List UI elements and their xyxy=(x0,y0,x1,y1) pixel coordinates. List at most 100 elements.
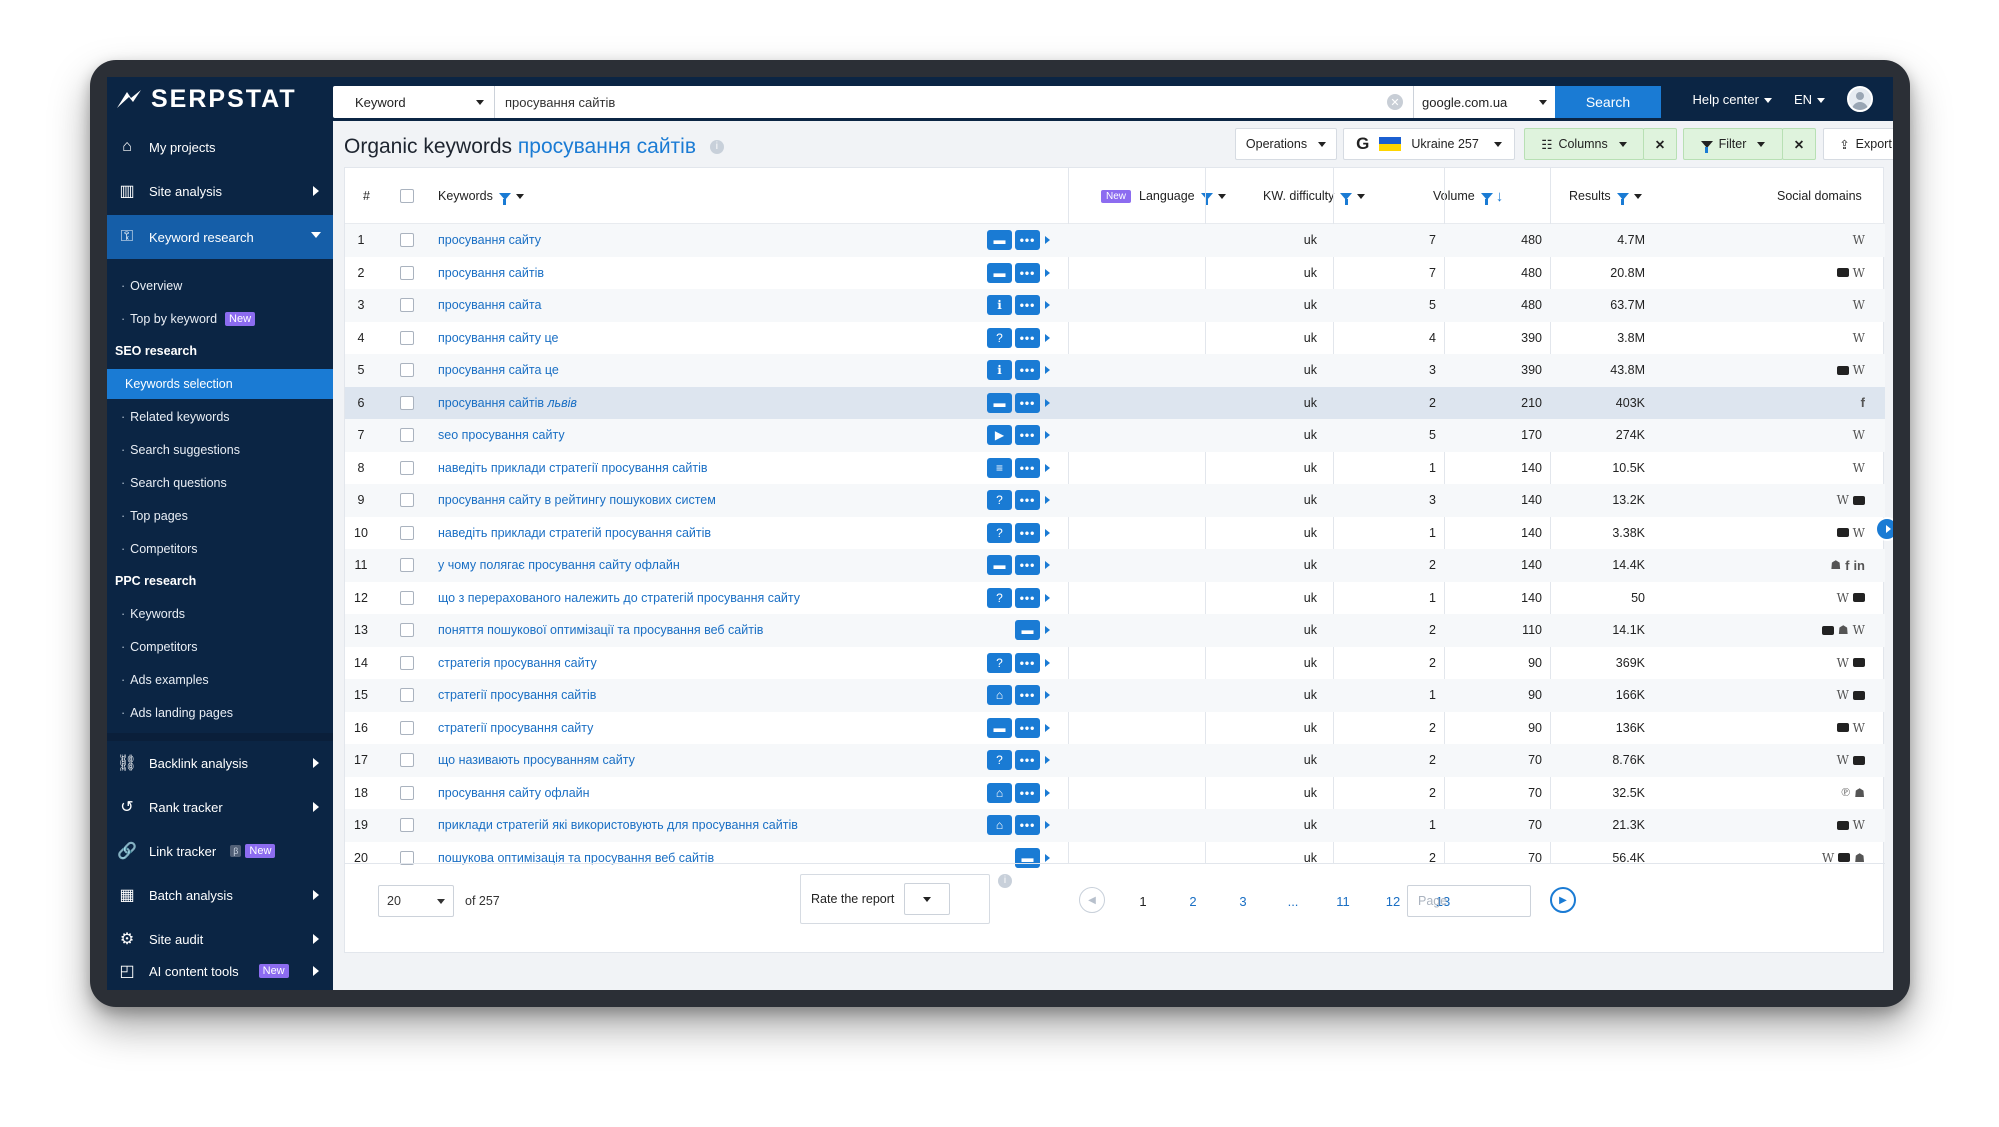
wikipedia-icon[interactable]: W xyxy=(1853,266,1865,280)
table-row[interactable]: 5 просування сайта це ℹ ••• uk 3 390 43.8M W xyxy=(345,354,1885,387)
wikipedia-icon[interactable]: W xyxy=(1837,591,1849,605)
row-checkbox[interactable] xyxy=(400,428,414,443)
sidebar-item-my-projects[interactable]: ⌂ My projects xyxy=(107,127,333,167)
col-kw-difficulty[interactable]: KW. difficulty xyxy=(1263,168,1366,224)
search-button[interactable]: Search xyxy=(1555,86,1661,118)
expand-icon[interactable] xyxy=(1045,756,1050,765)
more-icon[interactable]: ••• xyxy=(1015,587,1040,608)
sidebar-item-competitors[interactable]: · Competitors xyxy=(107,534,333,564)
row-checkbox[interactable] xyxy=(400,655,414,670)
shop-icon[interactable]: ⌂ xyxy=(987,782,1012,803)
table-row[interactable]: 17 що називають просуванням сайту? ••• uk 2 7… xyxy=(345,744,1885,777)
row-checkbox[interactable] xyxy=(400,785,414,800)
reddit-icon[interactable]: ☗ xyxy=(1854,786,1865,800)
sidebar-item-related-keywords[interactable]: · Related keywords xyxy=(107,402,333,432)
keyword-link[interactable]: що називають просуванням сайту xyxy=(438,753,635,767)
more-icon[interactable]: ••• xyxy=(1015,652,1040,673)
row-checkbox[interactable] xyxy=(400,558,414,573)
chat-icon[interactable]: ▬ xyxy=(987,392,1012,413)
sidebar-item-search-suggestions[interactable]: · Search suggestions xyxy=(107,435,333,465)
wikipedia-icon[interactable]: W xyxy=(1853,233,1865,247)
export-button[interactable]: ⇪ Export xyxy=(1823,128,1893,160)
row-checkbox[interactable] xyxy=(400,818,414,833)
logo[interactable]: SERPSTAT xyxy=(115,85,297,113)
filter-icon[interactable] xyxy=(498,192,511,205)
expand-icon[interactable] xyxy=(1045,496,1050,505)
keyword-link[interactable]: у чому полягає просування сайту офлайн xyxy=(438,558,680,572)
clear-icon[interactable]: ✕ xyxy=(1387,94,1403,110)
col-language[interactable]: New Language xyxy=(1101,168,1226,224)
sidebar-item-search-questions[interactable]: · Search questions xyxy=(107,468,333,498)
expand-icon[interactable] xyxy=(1045,301,1050,310)
keyword-link[interactable]: що з перерахованого належить до стратегі… xyxy=(438,591,800,605)
youtube-icon[interactable] xyxy=(1836,723,1849,733)
table-row[interactable]: 12 що з перерахованого належить до страте… xyxy=(345,582,1885,615)
sidebar-item-top-by-keyword[interactable]: · Top by keyword New xyxy=(107,304,333,334)
youtube-icon[interactable] xyxy=(1853,690,1865,700)
wikipedia-icon[interactable]: W xyxy=(1837,688,1849,702)
wikipedia-icon[interactable]: W xyxy=(1853,818,1865,832)
panel-toggle-icon[interactable] xyxy=(1875,517,1893,541)
question-icon[interactable]: ? xyxy=(987,490,1012,511)
question-icon[interactable]: ? xyxy=(987,587,1012,608)
question-icon[interactable]: ? xyxy=(987,652,1012,673)
shop-icon[interactable]: ⌂ xyxy=(987,685,1012,706)
more-icon[interactable]: ••• xyxy=(1015,815,1040,836)
more-icon[interactable]: ••• xyxy=(1015,425,1040,446)
chevron-down-icon[interactable] xyxy=(515,193,524,199)
search-type-select[interactable]: Keyword xyxy=(333,86,495,118)
clear-filter-icon[interactable]: ✕ xyxy=(1782,128,1816,160)
question-icon[interactable]: ? xyxy=(987,750,1012,771)
info-icon[interactable]: i xyxy=(998,874,1012,888)
table-row[interactable]: 6 просування сайтів львів ▬ ••• uk 2 210 403K f xyxy=(345,386,1885,419)
youtube-icon[interactable] xyxy=(1836,268,1849,278)
youtube-icon[interactable] xyxy=(1821,625,1834,635)
expand-icon[interactable] xyxy=(1045,593,1050,602)
keyword-link[interactable]: стратегії просування сайту xyxy=(438,721,593,735)
language-menu[interactable]: EN xyxy=(1794,92,1825,107)
row-checkbox[interactable] xyxy=(400,233,414,248)
table-row[interactable]: 4 просування сайту це? ••• uk 4 390 3.8M W xyxy=(345,322,1885,355)
expand-icon[interactable] xyxy=(1045,528,1050,537)
row-checkbox[interactable] xyxy=(400,525,414,540)
pinterest-icon[interactable]: ℗ xyxy=(1841,785,1850,800)
region-select[interactable]: G Ukraine 257 xyxy=(1343,128,1515,160)
page-input[interactable]: Page xyxy=(1407,885,1531,917)
table-row[interactable]: 18 просування сайту офлайн ⌂ ••• uk 2 70 32.5K ℗… xyxy=(345,777,1885,810)
more-icon[interactable]: ••• xyxy=(1015,782,1040,803)
more-icon[interactable]: ••• xyxy=(1015,685,1040,706)
more-icon[interactable]: ••• xyxy=(1015,327,1040,348)
sidebar-item-link-tracker[interactable]: 🔗 Link tracker β New xyxy=(107,831,333,871)
sidebar-item-ads-landing-pages[interactable]: · Ads landing pages xyxy=(107,698,333,728)
keyword-link[interactable]: просування сайтів xyxy=(438,266,544,280)
sidebar-item-ppc-competitors[interactable]: · Competitors xyxy=(107,632,333,662)
keyword-link[interactable]: наведіть приклади стратегій просування с… xyxy=(438,526,711,540)
prev-page-icon[interactable]: ◀ xyxy=(1079,887,1105,913)
columns-button[interactable]: ☷ Columns xyxy=(1524,128,1644,160)
expand-icon[interactable] xyxy=(1045,333,1050,342)
row-checkbox[interactable] xyxy=(400,623,414,638)
shop-icon[interactable]: ⌂ xyxy=(987,815,1012,836)
wikipedia-icon[interactable]: W xyxy=(1837,493,1849,507)
facebook-icon[interactable]: f xyxy=(1861,395,1865,410)
keyword-link[interactable]: наведіть приклади стратегії просування с… xyxy=(438,461,708,475)
more-icon[interactable]: ••• xyxy=(1015,360,1040,381)
table-row[interactable]: 15 стратегії просування сайтів ⌂ ••• uk 1 90 16… xyxy=(345,679,1885,712)
list-icon[interactable]: ≡ xyxy=(987,457,1012,478)
row-checkbox[interactable] xyxy=(400,395,414,410)
youtube-icon[interactable] xyxy=(1853,755,1865,765)
chevron-down-icon[interactable] xyxy=(1357,193,1366,199)
more-icon[interactable]: ••• xyxy=(1015,457,1040,478)
filter-icon[interactable] xyxy=(1616,192,1629,205)
row-checkbox[interactable] xyxy=(400,298,414,313)
keyword-link[interactable]: просування сайтів львів xyxy=(438,396,577,410)
wikipedia-icon[interactable]: W xyxy=(1853,298,1865,312)
table-row[interactable]: 10 наведіть приклади стратегій просування… xyxy=(345,517,1885,550)
wikipedia-icon[interactable]: W xyxy=(1837,753,1849,767)
sidebar-item-ai-content-tools[interactable]: ◰ AI content tools New xyxy=(107,951,333,990)
youtube-icon[interactable] xyxy=(1836,528,1849,538)
operations-button[interactable]: Operations xyxy=(1235,128,1337,160)
row-checkbox[interactable] xyxy=(400,688,414,703)
expand-icon[interactable] xyxy=(1045,366,1050,375)
youtube-icon[interactable] xyxy=(1838,853,1851,863)
